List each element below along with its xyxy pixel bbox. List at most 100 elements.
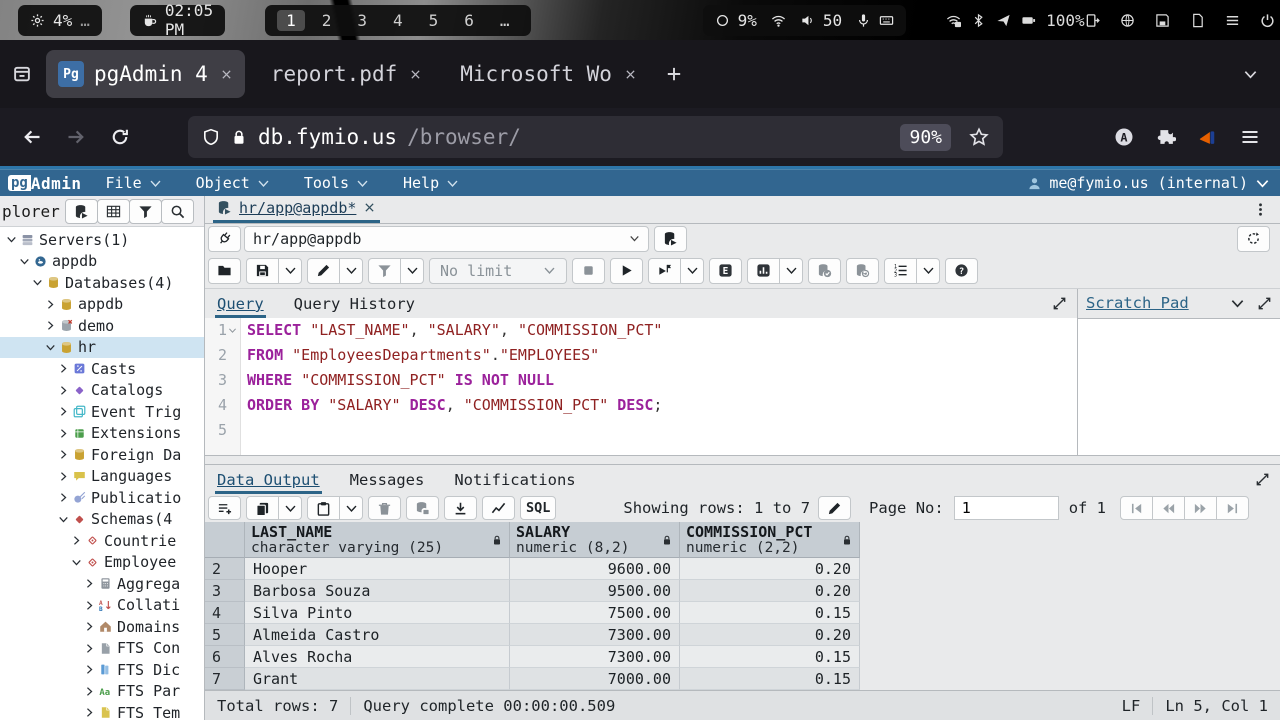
cell[interactable]: 0.15 [680, 646, 860, 668]
line-chart-button[interactable] [482, 496, 515, 520]
fold-chevron-icon[interactable] [228, 318, 237, 343]
tree-chevron-icon[interactable] [4, 234, 19, 245]
row-number[interactable]: 2 [205, 558, 245, 580]
tab-messages[interactable]: Messages [348, 467, 427, 494]
tree-chevron-icon[interactable] [69, 535, 84, 546]
new-connection-button[interactable] [654, 226, 687, 252]
query-tool-tab[interactable]: hr/app@appdb* [213, 196, 380, 223]
page-last-button[interactable] [1216, 496, 1249, 520]
connection-status-button[interactable] [208, 226, 241, 252]
tray-left[interactable]: 9% 50 [703, 5, 907, 36]
workspace-2[interactable]: 2 [313, 10, 341, 31]
tree-chevron-icon[interactable] [17, 256, 32, 267]
pencil-button[interactable] [307, 258, 340, 284]
list-all-tabs-icon[interactable] [1243, 67, 1258, 82]
tree-item-publicatio[interactable]: Publicatio [0, 487, 204, 509]
tree-chevron-icon[interactable] [56, 428, 71, 439]
row-number[interactable]: 4 [205, 602, 245, 624]
reload-icon[interactable] [110, 127, 130, 147]
macro-list-options-button[interactable] [916, 258, 940, 284]
table-row[interactable]: 7Grant7000.000.15 [205, 668, 1280, 690]
tree-item-casts[interactable]: Casts [0, 358, 204, 380]
account-menu[interactable]: me@fymio.us (internal) [1027, 174, 1270, 192]
view-data-button[interactable] [97, 199, 130, 224]
back-icon[interactable] [22, 127, 42, 147]
tree-item-aggrega[interactable]: Aggrega [0, 573, 204, 595]
stop-button[interactable] [572, 258, 605, 284]
tree-chevron-icon[interactable] [56, 406, 71, 417]
row-number[interactable]: 7 [205, 668, 245, 690]
refresh-layout-button[interactable] [1237, 226, 1270, 252]
tab-close-icon[interactable] [220, 68, 233, 81]
page-first-button[interactable] [1120, 496, 1153, 520]
menu-icon[interactable] [1225, 13, 1240, 28]
browser-tab[interactable]: PgpgAdmin 4 [46, 50, 245, 98]
macro-list-button[interactable]: 123 [884, 258, 917, 284]
help-button[interactable]: ? [945, 258, 978, 284]
tree-chevron-icon[interactable] [56, 471, 71, 482]
page-no-input[interactable] [954, 496, 1059, 520]
workspace-3[interactable]: 3 [348, 10, 376, 31]
cell[interactable]: 7300.00 [510, 646, 680, 668]
analyze-button[interactable] [747, 258, 780, 284]
tree-item-appdb[interactable]: appdb [0, 251, 204, 273]
scratch-pad-body[interactable] [1078, 318, 1280, 455]
tree-chevron-icon[interactable] [56, 492, 71, 503]
tree-chevron-icon[interactable] [56, 514, 71, 525]
table-row[interactable]: 5Almeida Castro7300.000.20 [205, 624, 1280, 646]
rollback-db-button[interactable] [846, 258, 879, 284]
account-icon[interactable]: A [1114, 127, 1134, 147]
tree-item-appdb[interactable]: appdb [0, 294, 204, 316]
tab-query[interactable]: Query [215, 291, 266, 318]
expand-icon[interactable] [1255, 472, 1270, 487]
cell[interactable]: 9500.00 [510, 580, 680, 602]
play-flag-button[interactable] [648, 258, 681, 284]
tree-chevron-icon[interactable] [43, 342, 58, 353]
expand-icon[interactable] [1257, 296, 1272, 311]
tree-item-servers-1-[interactable]: Servers(1) [0, 229, 204, 251]
pencil-options-button[interactable] [339, 258, 363, 284]
cell[interactable]: Hooper [245, 558, 510, 580]
scratch-pad-title[interactable]: Scratch Pad [1086, 294, 1189, 312]
app-menu-icon[interactable] [1240, 127, 1260, 147]
tree-item-fts-con[interactable]: FTS Con [0, 638, 204, 660]
close-icon[interactable] [363, 201, 376, 214]
tree-chevron-icon[interactable] [56, 449, 71, 460]
tree-item-fts-dic[interactable]: FTS Dic [0, 659, 204, 681]
tree-item-catalogs[interactable]: Catalogs [0, 380, 204, 402]
forward-icon[interactable] [66, 127, 86, 147]
tree-item-event-trig[interactable]: Event Trig [0, 401, 204, 423]
tree-chevron-icon[interactable] [43, 299, 58, 310]
page-next-button[interactable] [1184, 496, 1217, 520]
filter-button[interactable] [129, 199, 162, 224]
cell[interactable]: Silva Pinto [245, 602, 510, 624]
tab-data-output[interactable]: Data Output [215, 467, 322, 494]
cell[interactable]: Alves Rocha [245, 646, 510, 668]
download-button[interactable] [444, 496, 477, 520]
cell[interactable]: Grant [245, 668, 510, 690]
table-row[interactable]: 4Silva Pinto7500.000.15 [205, 602, 1280, 624]
column-header-salary[interactable]: SALARYnumeric (8,2) [510, 522, 680, 558]
power-icon[interactable] [1260, 13, 1275, 28]
disk-icon[interactable] [1155, 13, 1170, 28]
exit-icon[interactable] [1085, 13, 1100, 28]
workspace-6[interactable]: 6 [455, 10, 483, 31]
menu-help[interactable]: Help [403, 174, 459, 192]
file-icon[interactable] [1190, 13, 1205, 28]
cell[interactable]: 7300.00 [510, 624, 680, 646]
tab-query-history[interactable]: Query History [292, 291, 417, 318]
tree-item-hr[interactable]: hr [0, 337, 204, 359]
tree-chevron-icon[interactable] [82, 643, 97, 654]
tree-item-domains[interactable]: Domains [0, 616, 204, 638]
commit-db-button[interactable] [808, 258, 841, 284]
tree-item-demo[interactable]: demo [0, 315, 204, 337]
tree-item-employee[interactable]: Employee [0, 552, 204, 574]
tree-chevron-icon[interactable] [82, 707, 97, 718]
chevron-down-icon[interactable] [1230, 296, 1245, 311]
save-db-button[interactable] [406, 496, 439, 520]
cell[interactable]: 0.20 [680, 580, 860, 602]
menu-tools[interactable]: Tools [304, 174, 369, 192]
save-options-button[interactable] [278, 258, 302, 284]
cell[interactable]: Almeida Castro [245, 624, 510, 646]
cell[interactable]: 0.20 [680, 624, 860, 646]
